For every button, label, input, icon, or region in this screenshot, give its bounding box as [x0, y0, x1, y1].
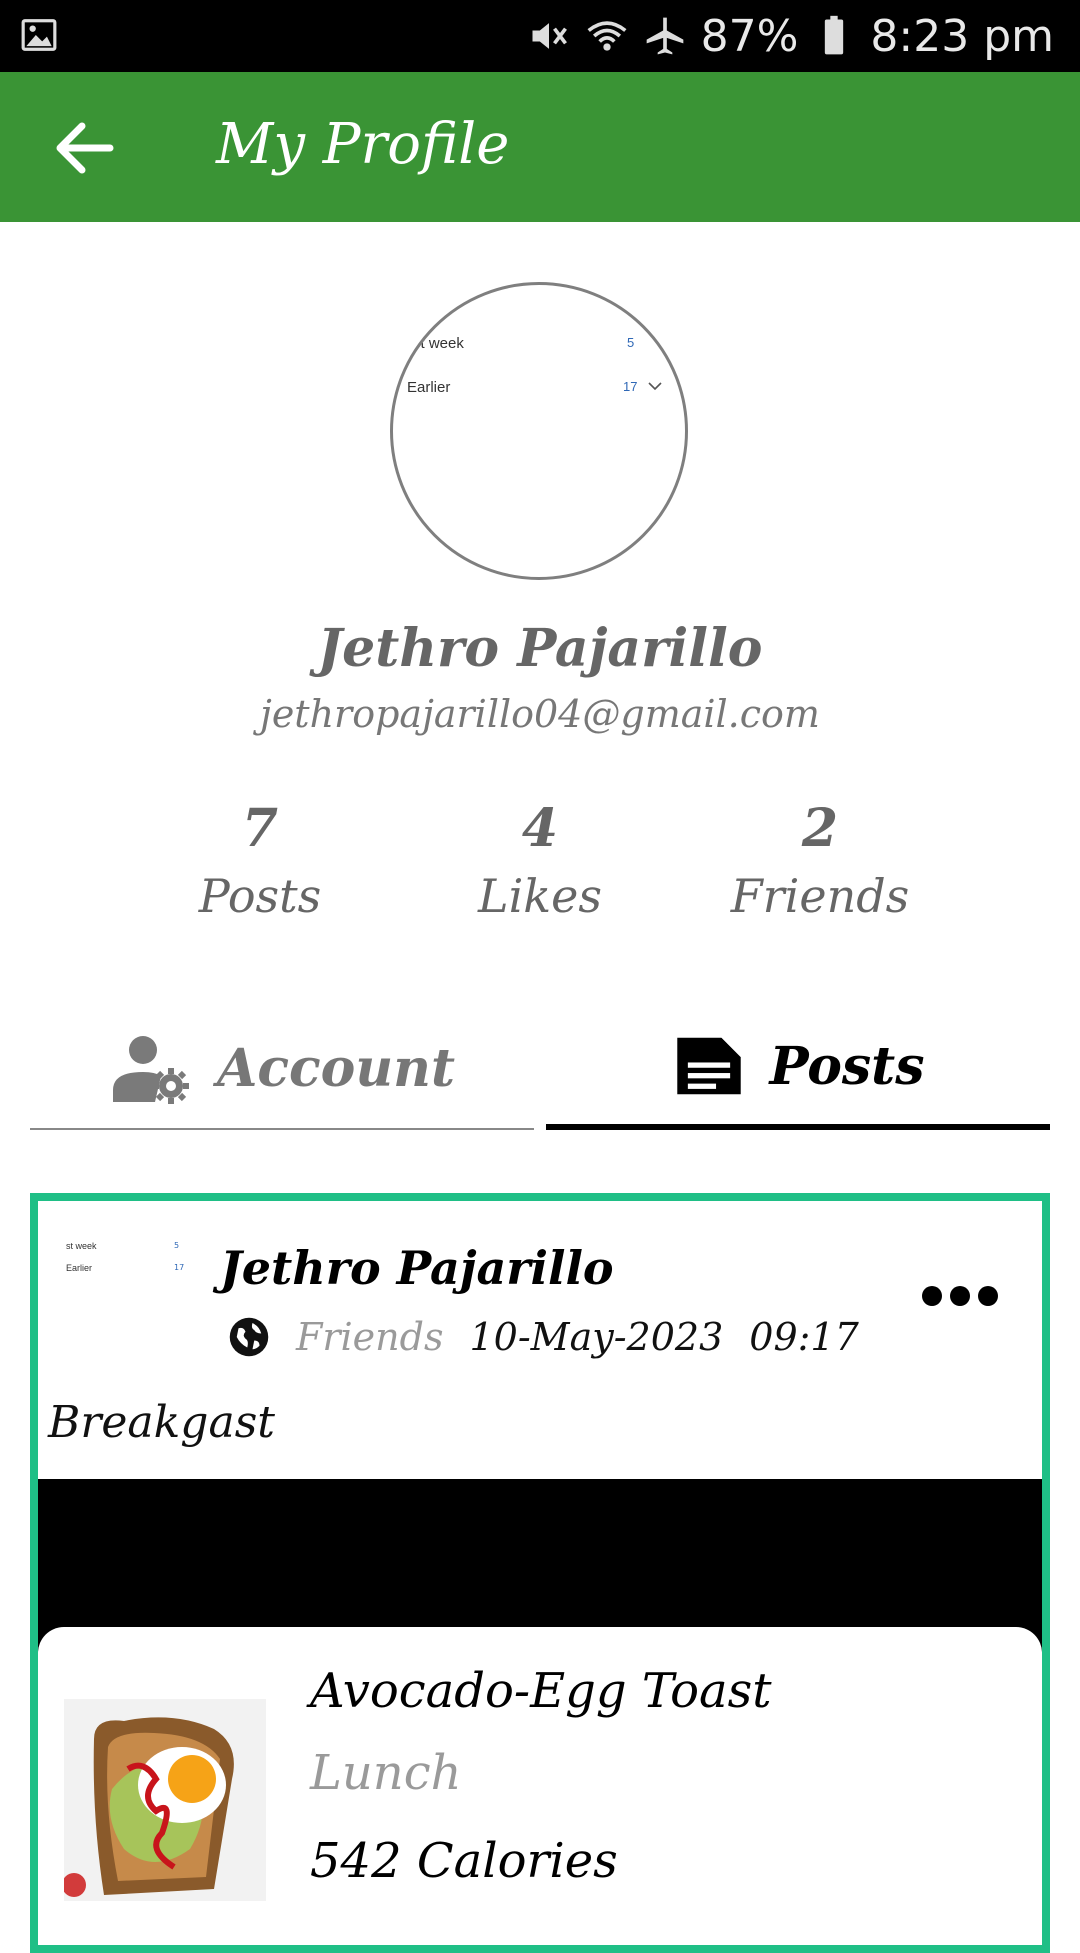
- avatar-preview-row-count: 17: [623, 379, 638, 394]
- document-icon: [676, 1037, 741, 1095]
- status-bar: 87% 8:23 pm: [0, 0, 1080, 72]
- post-time: 09:17: [749, 1315, 859, 1359]
- post-date: 10-May-2023: [469, 1315, 724, 1359]
- stat-label: Likes: [478, 869, 602, 923]
- avatar[interactable]: st week 5 Earlier 17: [390, 282, 688, 580]
- stat-label: Friends: [730, 869, 910, 923]
- globe-icon: [229, 1317, 269, 1357]
- mute-icon: [532, 23, 567, 49]
- chevron-down-icon: [648, 382, 662, 391]
- thumb-preview-count: 5: [174, 1241, 180, 1250]
- stat-value: 2: [801, 798, 839, 859]
- stat-value: 4: [521, 798, 559, 859]
- tab-account[interactable]: Account: [30, 1008, 534, 1130]
- stat-value: 7: [241, 798, 279, 859]
- thumb-preview-label: st week: [66, 1241, 97, 1251]
- stat-label: Posts: [198, 869, 322, 923]
- profile-name: Jethro Pajarillo: [317, 618, 763, 679]
- user-settings-icon: [113, 1036, 189, 1104]
- post-meta: Friends 10-May-2023 09:17: [228, 1315, 859, 1359]
- avatar-preview-row-label: Earlier: [407, 379, 451, 396]
- clock: 8:23 pm: [870, 10, 1054, 62]
- arrow-left-icon[interactable]: [54, 120, 114, 176]
- battery-icon: [825, 15, 844, 55]
- battery-percent: 87%: [700, 10, 799, 62]
- avatar-preview-row-count: 5: [627, 335, 635, 350]
- post-visibility: Friends: [296, 1315, 444, 1359]
- thumb-preview-label: Earlier: [66, 1263, 93, 1273]
- page-title: My Profile: [216, 112, 510, 177]
- profile-email: jethropajarillo04@gmail.com: [260, 692, 820, 736]
- food-calories: 542 Calories: [310, 1833, 618, 1889]
- post-author-name[interactable]: Jethro Pajarillo: [220, 1241, 614, 1295]
- stat-likes[interactable]: 4 Likes: [420, 798, 660, 923]
- tab-account-label: Account: [217, 1037, 455, 1099]
- food-image: [64, 1699, 266, 1901]
- food-meal: Lunch: [310, 1745, 462, 1801]
- post-card[interactable]: st week 5 Earlier 17 Jethro Pajarillo Fr…: [30, 1193, 1050, 1953]
- gallery-icon: [21, 19, 57, 51]
- stat-posts[interactable]: 7 Posts: [140, 798, 380, 923]
- stat-friends[interactable]: 2 Friends: [700, 798, 940, 923]
- tab-posts[interactable]: Posts: [546, 1008, 1050, 1130]
- avatar-preview-row-label: st week: [413, 335, 464, 352]
- post-author-avatar[interactable]: st week 5 Earlier 17: [66, 1241, 206, 1301]
- food-name: Avocado-Egg Toast: [310, 1663, 772, 1719]
- wifi-icon: [587, 21, 627, 51]
- airplane-icon: [646, 17, 683, 55]
- food-item-card[interactable]: Avocado-Egg Toast Lunch 542 Calories: [38, 1627, 1042, 1945]
- more-options-icon[interactable]: [920, 1281, 1000, 1311]
- tab-posts-label: Posts: [769, 1035, 925, 1097]
- thumb-preview-count: 17: [174, 1263, 185, 1272]
- app-bar: My Profile: [0, 72, 1080, 222]
- post-caption: Breakgast: [48, 1397, 275, 1448]
